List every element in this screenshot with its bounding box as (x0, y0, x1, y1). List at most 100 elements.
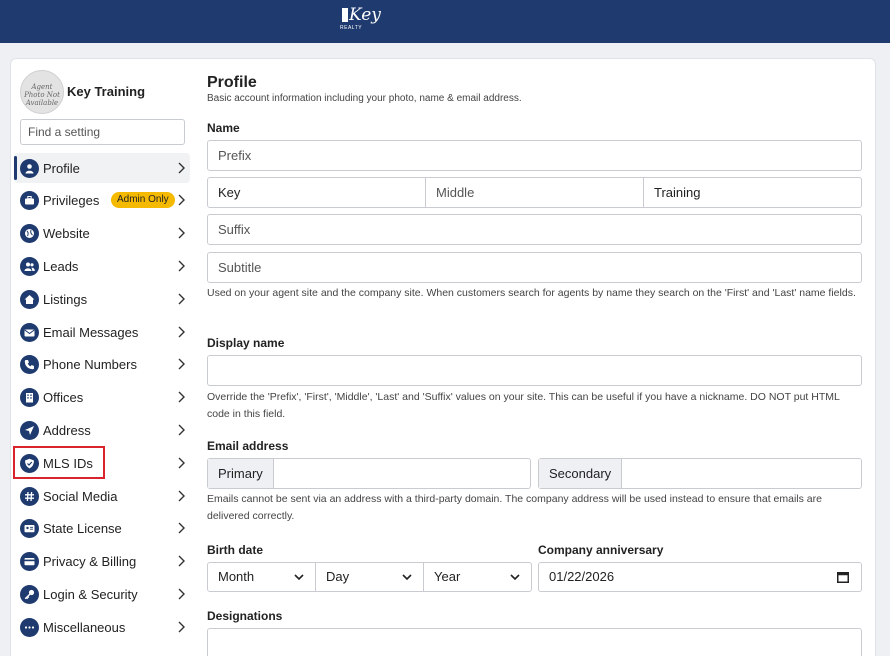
sidebar-item-state-license[interactable]: State License (14, 513, 190, 543)
top-bar: Key REALTY (0, 0, 890, 43)
sidebar-item-label: Privacy & Billing (43, 554, 137, 569)
page-subtitle: Basic account information including your… (207, 93, 522, 104)
chevron-right-icon (176, 193, 186, 207)
name-section-label: Name (207, 121, 240, 135)
sidebar-item-address[interactable]: Address (14, 415, 190, 445)
chevron-right-icon (176, 259, 186, 273)
sidebar-item-label: Privileges (43, 193, 100, 208)
chevron-down-icon (510, 574, 520, 581)
primary-email-field[interactable]: Primary (207, 458, 531, 489)
secondary-email-field[interactable]: Secondary (538, 458, 862, 489)
sidebar-item-label: State License (43, 521, 122, 536)
sidebar-item-label: Profile (43, 161, 80, 176)
mls-ids-highlight-box (13, 446, 105, 479)
sidebar-item-label: Phone Numbers (43, 357, 137, 372)
display-name-help-text: Override the 'Prefix', 'First', 'Middle'… (207, 391, 840, 420)
chevron-right-icon (176, 620, 186, 634)
house-icon (20, 290, 39, 309)
id-card-icon (20, 519, 39, 538)
chevron-right-icon (176, 456, 186, 470)
sidebar-item-label: Miscellaneous (43, 620, 126, 635)
display-name-input[interactable] (207, 355, 862, 386)
envelope-icon (20, 323, 39, 342)
birth-year-select[interactable]: Year (423, 562, 532, 592)
page-title: Profile (207, 74, 257, 91)
chevron-right-icon (176, 357, 186, 371)
location-arrow-icon (20, 421, 39, 440)
users-icon (20, 257, 39, 276)
sidebar-item-label: Email Messages (43, 325, 139, 340)
sidebar-item-phone-numbers[interactable]: Phone Numbers (14, 349, 190, 379)
logo-word: Key (349, 5, 381, 25)
sidebar-item-profile[interactable]: Profile (14, 153, 190, 183)
chevron-right-icon (176, 423, 186, 437)
chevron-down-icon (294, 574, 304, 581)
sidebar-item-label: Offices (43, 390, 84, 405)
admin-only-badge: Admin Only (111, 192, 175, 208)
anniversary-date-value: 01/22/2026 (549, 569, 615, 584)
sidebar-item-website[interactable]: Website (14, 218, 190, 248)
chevron-right-icon (176, 292, 186, 306)
subtitle-input[interactable] (207, 252, 862, 283)
chevron-down-icon (402, 574, 412, 581)
sidebar-item-email-messages[interactable]: Email Messages (14, 317, 190, 347)
prefix-input[interactable] (207, 140, 862, 171)
sidebar-item-label: Address (43, 423, 91, 438)
designations-textarea[interactable] (207, 628, 862, 656)
sidebar-item-listings[interactable]: Listings (14, 284, 190, 314)
key-icon (20, 585, 39, 604)
sidebar-item-miscellaneous[interactable]: Miscellaneous (14, 612, 190, 642)
calendar-icon[interactable] (837, 571, 849, 583)
sidebar-item-label: Social Media (43, 489, 118, 504)
birth-day-select[interactable]: Day (315, 562, 424, 592)
name-help-text: Used on your agent site and the company … (207, 287, 856, 299)
suffix-input[interactable] (207, 214, 862, 245)
name-row: Key Middle Training (207, 177, 862, 208)
phone-icon (20, 355, 39, 374)
key-realty-logo[interactable]: Key REALTY (338, 4, 381, 36)
chevron-right-icon (176, 161, 186, 175)
globe-icon (20, 224, 39, 243)
email-help-text: Emails cannot be sent via an address wit… (207, 493, 822, 522)
sidebar-item-social-media[interactable]: Social Media (14, 481, 190, 511)
first-name-input[interactable]: Key (208, 178, 426, 207)
sidebar-item-label: Website (43, 226, 90, 241)
company-anniversary-label: Company anniversary (538, 543, 664, 557)
birth-month-select[interactable]: Month (207, 562, 316, 592)
display-name-label: Display name (207, 336, 285, 350)
avatar: Agent Photo Not Available (20, 70, 64, 114)
user-name: Key Training (67, 84, 146, 99)
chevron-right-icon (176, 325, 186, 339)
chevron-right-icon (176, 226, 186, 240)
sidebar-item-leads[interactable]: Leads (14, 251, 190, 281)
sidebar-item-label: Listings (43, 292, 88, 307)
ellipsis-icon (20, 618, 39, 637)
chevron-right-icon (176, 587, 186, 601)
middle-name-input[interactable]: Middle (426, 178, 644, 207)
find-setting-input[interactable] (20, 119, 185, 145)
briefcase-icon (20, 191, 39, 210)
sidebar-item-offices[interactable]: Offices (14, 382, 190, 412)
designations-label: Designations (207, 609, 283, 623)
primary-email-addon: Primary (208, 459, 274, 488)
last-name-input[interactable]: Training (644, 178, 861, 207)
logo-mark (342, 8, 348, 22)
sidebar-item-privileges[interactable]: Privileges Admin Only (14, 185, 190, 215)
chevron-right-icon (176, 390, 186, 404)
sidebar-item-login-security[interactable]: Login & Security (14, 579, 190, 609)
birth-year-value: Year (434, 569, 461, 584)
chevron-right-icon (176, 554, 186, 568)
sidebar-item-label: Login & Security (43, 587, 138, 602)
user-icon (20, 159, 39, 178)
email-section-label: Email address (207, 439, 289, 453)
birth-date-label: Birth date (207, 543, 264, 557)
chevron-right-icon (176, 489, 186, 503)
sidebar-item-label: Leads (43, 259, 79, 274)
credit-card-icon (20, 552, 39, 571)
hashtag-icon (20, 487, 39, 506)
anniversary-date-input[interactable]: 01/22/2026 (538, 562, 862, 592)
birth-month-value: Month (218, 569, 255, 584)
secondary-email-addon: Secondary (539, 459, 623, 488)
logo-sub: REALTY (340, 25, 363, 31)
sidebar-item-privacy-billing[interactable]: Privacy & Billing (14, 546, 190, 576)
